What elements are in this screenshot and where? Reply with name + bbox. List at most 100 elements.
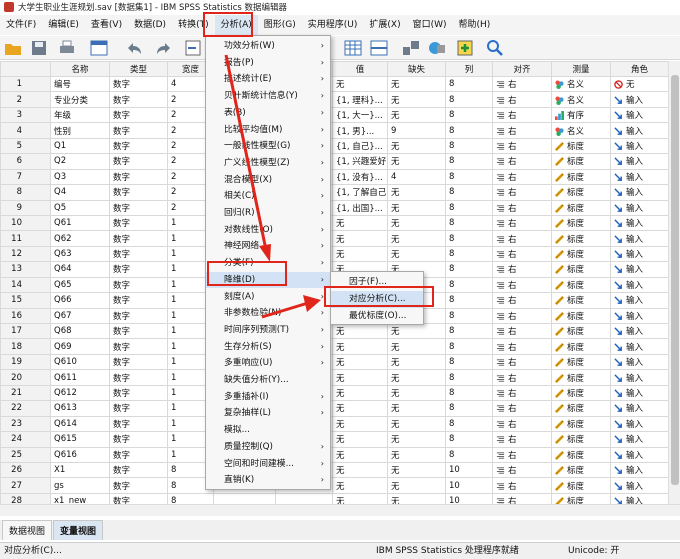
cell-类型[interactable]: 数字: [109, 75, 168, 93]
cell-row-number[interactable]: 9: [0, 199, 51, 216]
cell-类型[interactable]: 数字: [109, 106, 168, 124]
cell-对齐[interactable]: 右: [492, 307, 552, 325]
cell-名称[interactable]: Q611: [50, 369, 110, 386]
redo-icon[interactable]: [155, 39, 173, 57]
cell-角色[interactable]: 输入: [610, 353, 668, 371]
cell-对齐[interactable]: 右: [492, 338, 552, 355]
cell-类型[interactable]: 数字: [109, 477, 168, 494]
cell-row-number[interactable]: 28: [0, 492, 51, 504]
cell-缺失[interactable]: 无: [387, 91, 446, 108]
cell-对齐[interactable]: 右: [492, 292, 552, 309]
cell-测量[interactable]: 标度: [551, 261, 611, 278]
cell-测量[interactable]: 标度: [551, 214, 611, 232]
cell-对齐[interactable]: 右: [492, 369, 552, 386]
cell-值[interactable]: 无: [332, 230, 388, 247]
analyze-menu-item[interactable]: 多重插补(I) ›: [206, 389, 330, 406]
cell-列[interactable]: 8: [445, 184, 493, 201]
analyze-menu-item[interactable]: 功效分析(W) ›: [206, 38, 330, 55]
cell-缺失[interactable]: 无: [387, 245, 446, 263]
cell-对齐[interactable]: 右: [492, 137, 552, 155]
cell-对齐[interactable]: 右: [492, 122, 552, 139]
cell-测量[interactable]: 标度: [551, 322, 611, 340]
cell-缺失[interactable]: 无: [387, 492, 446, 504]
cell-row-number[interactable]: 5: [0, 137, 51, 155]
cell-列[interactable]: 8: [445, 415, 493, 433]
cell-对齐[interactable]: 右: [492, 184, 552, 201]
cell-列[interactable]: 8: [445, 122, 493, 139]
cell-角色[interactable]: 输入: [610, 338, 668, 355]
menu-0[interactable]: 文件(F): [0, 15, 42, 35]
cell-宽度[interactable]: 8: [167, 492, 214, 504]
cell-类型[interactable]: 数字: [109, 91, 168, 108]
cell-名称[interactable]: x1_new: [50, 492, 110, 504]
horizontal-scrollbar[interactable]: [0, 504, 680, 516]
cell-类型[interactable]: 数字: [109, 276, 168, 294]
goto-case-icon[interactable]: [184, 39, 202, 57]
cell-缺失[interactable]: 无: [387, 384, 446, 402]
cell-列[interactable]: 8: [445, 322, 493, 340]
cell-角色[interactable]: 输入: [610, 261, 668, 278]
cell-对齐[interactable]: 右: [492, 230, 552, 247]
cell-缺失[interactable]: 无: [387, 214, 446, 232]
cell-值[interactable]: {1, 大一}...: [332, 106, 388, 124]
cell-角色[interactable]: 输入: [610, 400, 668, 417]
cell-角色[interactable]: 输入: [610, 184, 668, 201]
cell-列[interactable]: 8: [445, 446, 493, 463]
cell-缺失[interactable]: 无: [387, 199, 446, 216]
analyze-menu-item[interactable]: 质量控制(Q) ›: [206, 439, 330, 456]
cell-名称[interactable]: Q5: [50, 199, 110, 216]
analyze-menu-item[interactable]: 报告(P) ›: [206, 55, 330, 72]
weight-cases-icon[interactable]: [428, 39, 446, 57]
cell-row-number[interactable]: 11: [0, 230, 51, 247]
cell-名称[interactable]: Q4: [50, 184, 110, 201]
cell-测量[interactable]: 标度: [551, 384, 611, 402]
cell-角色[interactable]: 输入: [610, 369, 668, 386]
cell-测量[interactable]: 标度: [551, 153, 611, 170]
search-icon[interactable]: [486, 39, 504, 57]
cell-名称[interactable]: Q62: [50, 230, 110, 247]
column-header[interactable]: 类型: [109, 61, 168, 77]
cell-列[interactable]: 8: [445, 400, 493, 417]
cell-列[interactable]: 10: [445, 461, 493, 479]
cell-对齐[interactable]: 右: [492, 75, 552, 93]
cell-row-number[interactable]: 24: [0, 431, 51, 448]
cell-值[interactable]: {1, 没有}...: [332, 168, 388, 186]
column-header[interactable]: [0, 61, 51, 77]
cell-名称[interactable]: Q65: [50, 276, 110, 294]
cell-对齐[interactable]: 右: [492, 461, 552, 479]
analyze-menu-item[interactable]: 多重响应(U) ›: [206, 355, 330, 372]
analyze-menu-item[interactable]: 对数线性(O) ›: [206, 222, 330, 239]
cell-类型[interactable]: 数字: [109, 492, 168, 504]
cell-类型[interactable]: 数字: [109, 230, 168, 247]
column-header[interactable]: 角色: [610, 61, 668, 77]
cell-列[interactable]: 8: [445, 137, 493, 155]
cell-row-number[interactable]: 8: [0, 184, 51, 201]
cell-对齐[interactable]: 右: [492, 477, 552, 494]
cell-值[interactable]: 无: [332, 75, 388, 93]
cell-值[interactable]: 无: [332, 477, 388, 494]
cell-名称[interactable]: 编号: [50, 75, 110, 93]
cell-类型[interactable]: 数字: [109, 292, 168, 309]
print-icon[interactable]: [58, 39, 76, 57]
save-icon[interactable]: [30, 39, 48, 57]
cell-类型[interactable]: 数字: [109, 137, 168, 155]
cell-缺失[interactable]: 无: [387, 338, 446, 355]
cell-row-number[interactable]: 2: [0, 91, 51, 108]
cell-类型[interactable]: 数字: [109, 338, 168, 355]
cell-角色[interactable]: 输入: [610, 307, 668, 325]
menu-2[interactable]: 查看(V): [85, 15, 128, 35]
analyze-menu-item[interactable]: 描述统计(E) ›: [206, 71, 330, 88]
value-labels-icon[interactable]: [456, 39, 474, 57]
variables-icon[interactable]: [344, 39, 362, 57]
cell-测量[interactable]: 标度: [551, 230, 611, 247]
cell-缺失[interactable]: 无: [387, 322, 446, 340]
cell-列[interactable]: 10: [445, 492, 493, 504]
analyze-menu-item[interactable]: 非参数检验(N) ›: [206, 305, 330, 322]
cell-类型[interactable]: 数字: [109, 199, 168, 216]
cell-类型[interactable]: 数字: [109, 184, 168, 201]
analyze-menu-item[interactable]: 一般线性模型(G) ›: [206, 138, 330, 155]
cell-类型[interactable]: 数字: [109, 307, 168, 325]
cell-row-number[interactable]: 1: [0, 75, 51, 93]
cell-缺失[interactable]: 无: [387, 353, 446, 371]
cell-名称[interactable]: Q613: [50, 400, 110, 417]
